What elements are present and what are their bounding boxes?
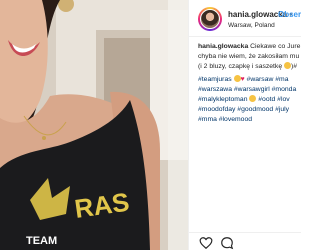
post-sidebar: hania.glowacka • Obser Warsaw, Poland ha… xyxy=(188,0,301,250)
comment-icon[interactable] xyxy=(220,236,234,250)
location-link[interactable]: Warsaw, Poland xyxy=(228,22,275,29)
emoji-heart: ♥ xyxy=(240,76,245,84)
post-header: hania.glowacka • Obser Warsaw, Poland xyxy=(189,0,301,37)
emoji-grin xyxy=(249,94,257,102)
hashtag-teamjuras[interactable]: #teamjuras xyxy=(198,76,232,83)
hashtag-line-5[interactable]: #mma #lovemood xyxy=(198,115,301,125)
avatar-photo xyxy=(200,9,220,29)
hashtag-ootd[interactable]: #ootd #lov xyxy=(258,96,289,103)
emoji-heart-eyes xyxy=(233,75,241,83)
caption-text-3b: )# xyxy=(291,62,298,70)
action-bar xyxy=(189,232,301,250)
caption-line-2: chyba nie wiem, że zakosiłam mu i xyxy=(198,52,301,60)
caption-username[interactable]: hania.glowacka xyxy=(198,43,248,50)
post-photo-illustration: RAS TEAM xyxy=(0,0,188,250)
hashtag-line-1: #teamjuras ♥ #warsaw #ma xyxy=(198,75,301,85)
heart-icon[interactable] xyxy=(199,236,213,250)
hashtag-warsaw[interactable]: #warsaw #ma xyxy=(247,76,289,83)
svg-text:TEAM: TEAM xyxy=(26,235,57,247)
caption-text-1: Ciekawe co Jure xyxy=(250,43,301,50)
caption-line-1: hania.glowacka Ciekawe co Jure xyxy=(198,42,301,52)
hashtag-line-3: #malykleptoman #ootd #lov xyxy=(198,94,301,105)
hashtag-line-2[interactable]: #warszawa #warsawgirl #monda xyxy=(198,85,301,95)
follow-button[interactable]: Obser xyxy=(278,10,301,19)
emoji-grin xyxy=(284,61,292,69)
caption-line-3: (i 2 bluzy, czapkę i saszetkę )# xyxy=(198,61,301,72)
caption-text-3a: (i 2 bluzy, czapkę i saszetkę xyxy=(198,62,283,70)
post-photo[interactable]: RAS TEAM xyxy=(0,0,188,250)
hashtag-line-4[interactable]: #moodofday #goodmood #july xyxy=(198,105,301,115)
hashtag-malykleptoman[interactable]: #malykleptoman xyxy=(198,96,248,103)
avatar[interactable] xyxy=(198,7,222,31)
caption-area: hania.glowacka Ciekawe co Jure chyba nie… xyxy=(198,42,301,234)
